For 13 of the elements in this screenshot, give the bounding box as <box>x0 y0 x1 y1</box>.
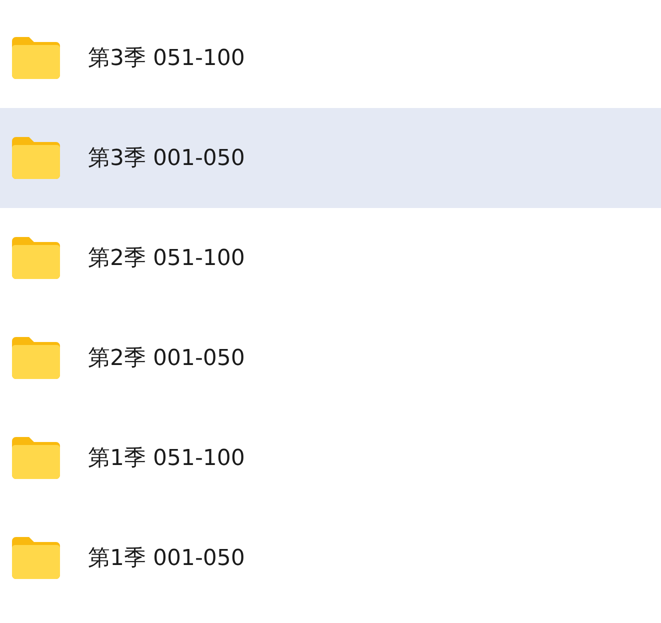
folder-row[interactable]: 第3季 001-050 <box>0 108 661 208</box>
folder-icon <box>12 537 60 579</box>
folder-icon <box>12 37 60 79</box>
folder-icon <box>12 437 60 479</box>
folder-icon <box>12 337 60 379</box>
folder-name: 第3季 051-100 <box>88 45 245 73</box>
folder-name: 第2季 051-100 <box>88 245 245 273</box>
folder-icon <box>12 137 60 179</box>
folder-name: 第1季 051-100 <box>88 445 245 473</box>
folder-icon <box>12 237 60 279</box>
folder-name: 第1季 001-050 <box>88 545 245 573</box>
folder-name: 第3季 001-050 <box>88 145 245 173</box>
folder-name: 第2季 001-050 <box>88 345 245 373</box>
